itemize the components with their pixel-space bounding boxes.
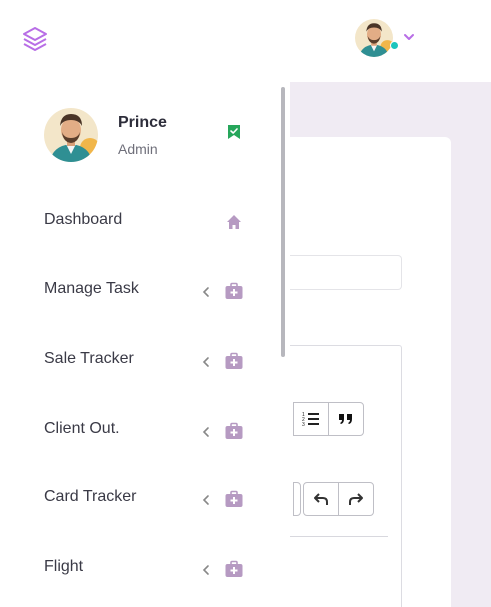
briefcase-plus-icon [224,489,244,509]
profile-card[interactable]: Prince Admin [44,106,254,162]
avatar [44,108,98,162]
sidebar-item-label: Flight [44,558,84,575]
layers-icon[interactable] [21,25,49,53]
sidebar-item-label: Card Tracker [44,488,137,505]
chevron-down-icon[interactable] [402,30,416,44]
top-bar [0,0,491,82]
briefcase-plus-icon [224,559,244,579]
briefcase-plus-icon [224,351,244,371]
sidebar-scrollbar[interactable] [281,87,285,357]
redo-icon[interactable] [338,482,374,516]
chevron-left-icon [201,493,211,505]
sidebar-item-label: Client Out. [44,420,120,437]
sidebar-item-client-out[interactable]: Client Out. [0,410,260,450]
main-content: 1 2 3 [290,82,491,607]
profile-role: Admin [118,141,158,157]
sidebar-item-dashboard[interactable]: Dashboard [0,201,260,241]
sidebar-item-sale-tracker[interactable]: Sale Tracker [0,340,260,380]
rich-text-editor[interactable]: 1 2 3 [290,345,402,607]
text-input[interactable] [290,255,402,290]
undo-icon[interactable] [303,482,339,516]
chevron-left-icon [201,355,211,367]
home-icon [224,212,244,232]
sidebar-item-label: Dashboard [44,211,123,228]
chevron-left-icon [201,285,211,297]
verified-bookmark-icon [227,124,241,140]
briefcase-plus-icon [224,281,244,301]
toolbar-button-partial[interactable] [293,482,301,516]
profile-name: Prince [118,114,167,131]
sidebar-item-label: Sale Tracker [44,350,134,367]
chevron-left-icon [201,563,211,575]
blockquote-icon[interactable] [328,402,364,436]
briefcase-plus-icon [224,421,244,441]
online-status-dot [390,41,399,50]
chevron-left-icon [201,425,211,437]
sidebar: Prince Admin Dashboard Manage Task Sale … [0,82,288,607]
sidebar-item-card-tracker[interactable]: Card Tracker [0,478,260,518]
editor-divider [290,536,388,537]
content-card: 1 2 3 [290,137,451,607]
sidebar-item-label: Manage Task [44,280,139,297]
svg-text:3: 3 [302,422,305,427]
avatar [355,19,393,57]
sidebar-item-flight[interactable]: Flight [0,548,260,588]
ordered-list-icon[interactable]: 1 2 3 [293,402,329,436]
user-menu[interactable] [355,19,399,59]
sidebar-item-manage-task[interactable]: Manage Task [0,270,260,310]
